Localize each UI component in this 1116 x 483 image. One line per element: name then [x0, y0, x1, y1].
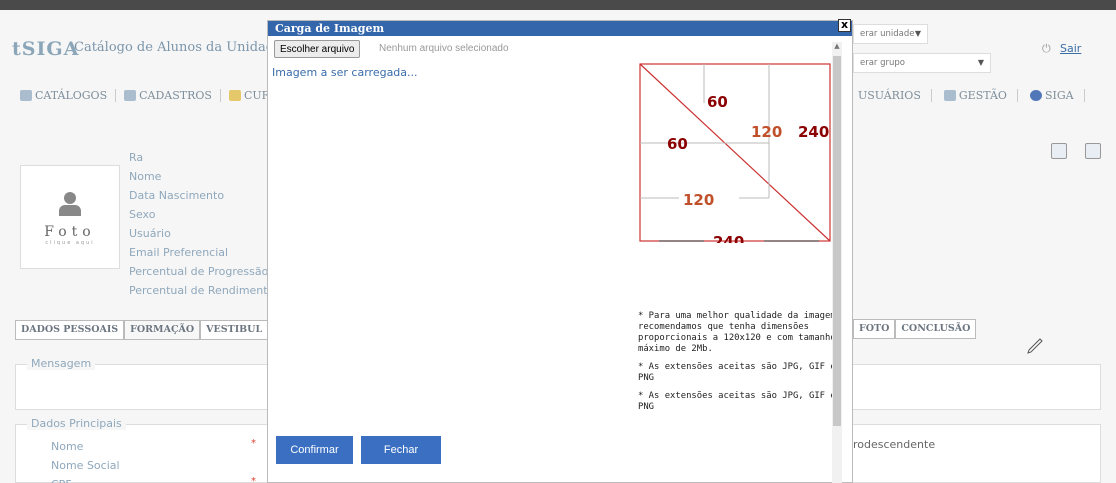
- dropdown-arrow-icon: ▼: [977, 58, 984, 67]
- field-label: Sexo: [129, 208, 156, 221]
- upload-info: * Para uma melhor qualidade da imagem re…: [638, 311, 838, 420]
- tab-formacao[interactable]: FORMAÇÃO: [124, 320, 201, 340]
- field-label: Nome: [129, 170, 162, 183]
- dropdown-arrow-icon: ▼: [914, 29, 921, 38]
- globe-icon: [1029, 90, 1042, 101]
- siga-logo: tSIGA: [12, 38, 80, 60]
- label-120-right: 120: [751, 123, 782, 141]
- nav-item-cadastros[interactable]: CADASTROS: [124, 89, 221, 102]
- print-icon[interactable]: [1085, 143, 1101, 159]
- required-marker: *: [251, 438, 256, 449]
- label-120-bottom: 120: [683, 191, 714, 209]
- select-grupo[interactable]: erar grupo ▼: [853, 53, 991, 73]
- main-nav-right: USUÁRIOS GESTÃO SIGA: [858, 89, 1085, 102]
- dialog-title: Carga de Imagem: [268, 21, 852, 36]
- file-status: Nenhum arquivo selecionado: [379, 43, 509, 54]
- edit-icon[interactable]: [1051, 143, 1067, 159]
- afrodescendente-label: rodescendente: [853, 438, 936, 451]
- label-60-left: 60: [667, 135, 688, 153]
- confirm-button[interactable]: Confirmar: [276, 436, 353, 464]
- field-label: Percentual de Progressão: [129, 265, 269, 278]
- tabs-left: DADOS PESSOAIS FORMAÇÃO VESTIBUL: [15, 320, 269, 340]
- info-text: * Para uma melhor qualidade da imagem re…: [638, 311, 836, 354]
- label-60-top: 60: [707, 93, 728, 111]
- field-label: Email Preferencial: [129, 246, 229, 259]
- dados-principais-fields: Nome Nome Social CPF: [51, 437, 120, 483]
- field-label: Nome: [51, 440, 84, 453]
- profile-fields: Ra Nome Data Nascimento Sexo Usuário Ema…: [129, 148, 274, 300]
- book-icon: [20, 90, 32, 101]
- tab-dados-pessoais[interactable]: DADOS PESSOAIS: [15, 320, 125, 340]
- close-button[interactable]: x: [838, 19, 851, 32]
- nav-item-siga[interactable]: SIGA: [1029, 89, 1085, 102]
- dados-principais-legend: Dados Principais: [27, 417, 126, 430]
- dimension-diagram: 60 60 120 240 120 240: [639, 63, 831, 243]
- person-icon: [57, 192, 83, 218]
- photo-sub: clique aqui: [45, 240, 95, 246]
- tabs-right: FOTO CONCLUSÃO: [853, 319, 977, 339]
- field-label: Percentual de Rendimento: [129, 284, 275, 297]
- field-label: CPF: [51, 475, 120, 483]
- logo-box: SIGA: [21, 38, 80, 60]
- form-icon: [124, 90, 137, 101]
- label-240-bottom: 240: [713, 233, 744, 243]
- field-label: Usuário: [129, 227, 171, 240]
- tab-conclusao[interactable]: CONCLUSÃO: [895, 319, 977, 339]
- gestao-icon: [943, 90, 956, 101]
- tab-foto[interactable]: FOTO: [853, 319, 896, 339]
- mensagem-legend: Mensagem: [27, 357, 96, 370]
- tab-vestibular[interactable]: VESTIBUL: [200, 320, 269, 340]
- image-placeholder-label: Imagem a ser carregada...: [272, 66, 418, 79]
- folder-icon: [228, 90, 241, 101]
- nav-item-catalogos[interactable]: CATÁLOGOS: [20, 89, 117, 102]
- scroll-up-icon[interactable]: ▲: [833, 42, 841, 50]
- nav-item-usuarios[interactable]: USUÁRIOS: [858, 89, 932, 102]
- field-label: Nome Social: [51, 459, 120, 472]
- scrollbar-thumb[interactable]: [833, 56, 841, 426]
- label-240-right: 240: [798, 123, 829, 141]
- field-label: Ra: [129, 151, 144, 164]
- field-label: Data Nascimento: [129, 189, 225, 202]
- required-marker: *: [251, 476, 256, 483]
- select-unidade[interactable]: erar unidade ▼: [853, 24, 928, 44]
- pencil-icon[interactable]: [1025, 334, 1045, 354]
- main-nav: CATÁLOGOS CADASTROS CURS: [20, 89, 285, 102]
- photo-label: Foto: [44, 224, 96, 240]
- top-bar: [0, 0, 1116, 10]
- fechar-button[interactable]: Fechar: [361, 436, 441, 464]
- nav-item-gestao[interactable]: GESTÃO: [943, 89, 1018, 102]
- choose-file-button[interactable]: Escolher arquivo: [274, 40, 361, 58]
- exit-icon: ⏻: [1042, 42, 1051, 55]
- info-text: * As extensões aceitas são JPG, GIF e PN…: [638, 391, 836, 412]
- info-text: * As extensões aceitas são JPG, GIF e PN…: [638, 362, 836, 383]
- photo-box[interactable]: Foto clique aqui: [20, 165, 120, 269]
- sair-link[interactable]: Sair: [1060, 42, 1081, 55]
